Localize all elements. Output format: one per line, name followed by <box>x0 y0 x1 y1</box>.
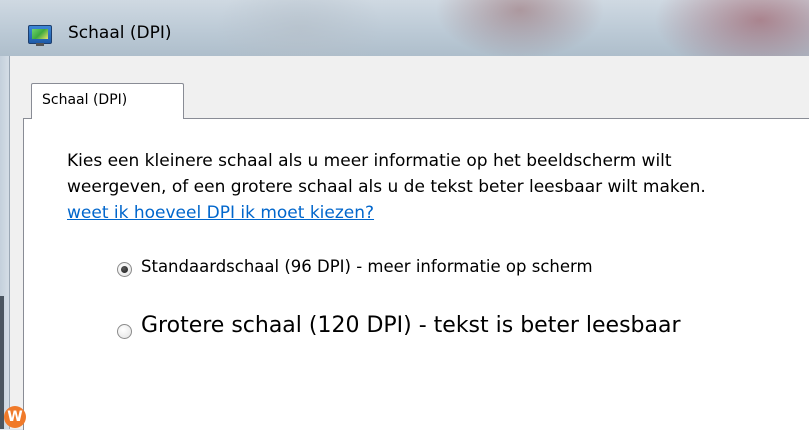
description-line-2: weergeven, of een grotere schaal als u d… <box>67 177 706 197</box>
tab-schaal-dpi[interactable]: Schaal (DPI) <box>31 83 184 119</box>
title-bar[interactable]: Schaal (DPI) <box>0 0 809 56</box>
window-title: Schaal (DPI) <box>68 23 172 43</box>
radio-standard-scale[interactable] <box>117 262 132 277</box>
window-frame-shadow <box>0 296 4 429</box>
watermark-badge: W <box>4 406 26 428</box>
radio-standard-scale-label[interactable]: Standaardschaal (96 DPI) - meer informat… <box>141 257 593 276</box>
description-line-1: Kies een kleinere schaal als u meer info… <box>67 151 672 171</box>
radio-larger-scale-label[interactable]: Grotere schaal (120 DPI) - tekst is bete… <box>141 313 681 338</box>
dpi-help-link[interactable]: weet ik hoeveel DPI ik moet kiezen? <box>67 203 374 223</box>
display-settings-icon <box>28 25 52 46</box>
tab-label: Schaal (DPI) <box>42 92 128 108</box>
radio-larger-scale[interactable] <box>117 324 132 339</box>
